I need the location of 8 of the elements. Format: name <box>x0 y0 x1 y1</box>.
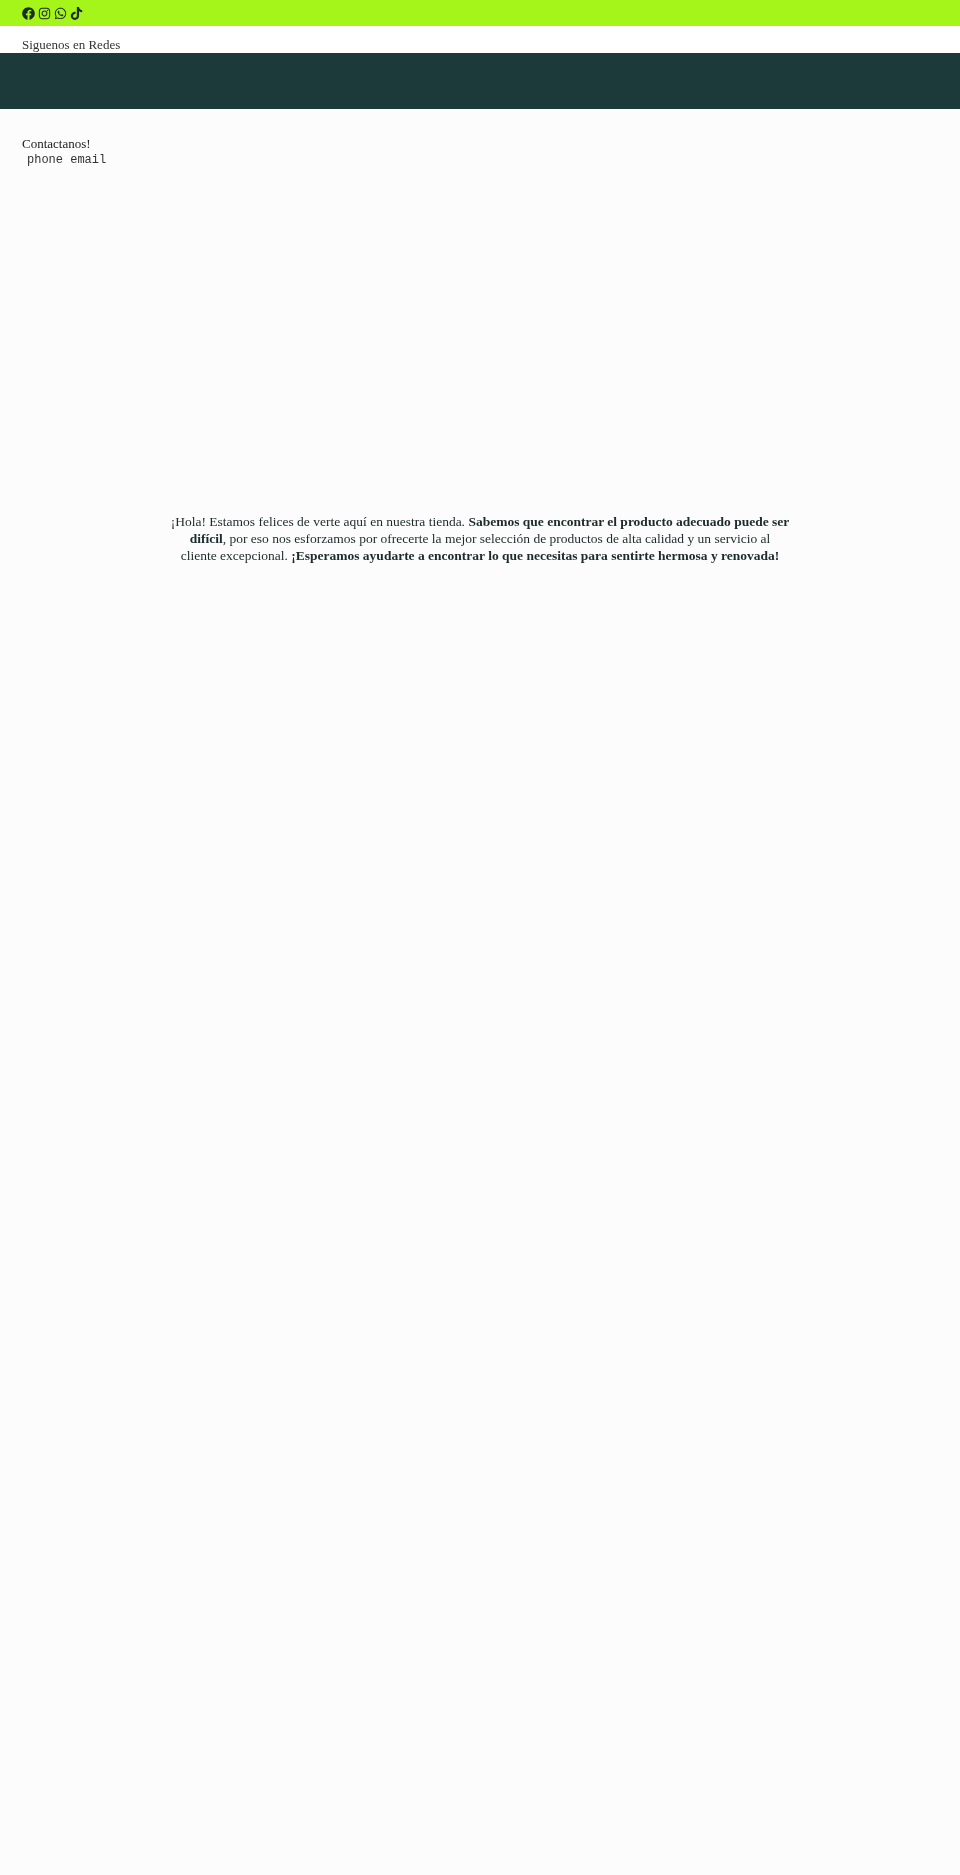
welcome-paragraph: ¡Hola! Estamos felices de verte aquí en nuestra tienda. Sabemos que encontrar el producto adecuado puede ser difícil, por eso nos esforzamos por ofrecerte la mejor selección de productos de alta calidad y un servicio al cliente excepcional. ¡Esperamos ayudarte a encontrar lo que necesitas para sentirte hermosa y renovada! <box>170 513 790 564</box>
contact-links[interactable]: phone email <box>22 152 107 168</box>
tiktok-icon[interactable] <box>70 6 83 20</box>
contact-title: Contactanos! <box>22 136 91 152</box>
whatsapp-icon[interactable] <box>54 6 67 20</box>
facebook-icon[interactable] <box>22 6 35 20</box>
instagram-icon[interactable] <box>38 6 51 20</box>
follow-label: Siguenos en Redes <box>22 37 121 53</box>
